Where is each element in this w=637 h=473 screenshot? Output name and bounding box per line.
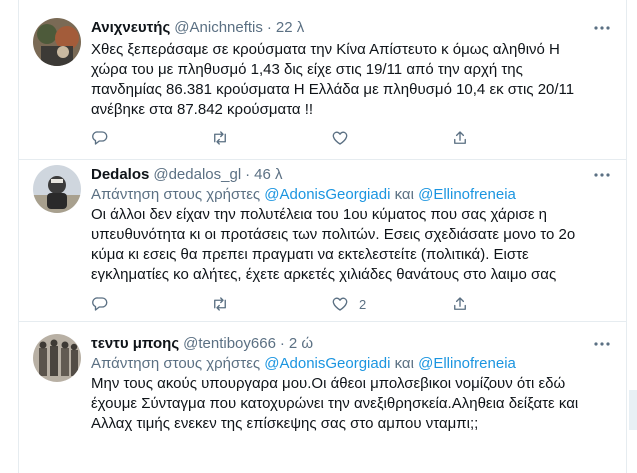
share-icon [454, 131, 466, 144]
more-icon[interactable] [592, 18, 612, 38]
reply-icon [92, 297, 108, 311]
tweet[interactable]: τεντυ μποης @tentiboy666 · 2 ώ Απάντηση … [19, 322, 626, 473]
timestamp[interactable]: 2 ώ [289, 334, 313, 354]
display-name[interactable]: τεντυ μποης [91, 334, 179, 354]
timestamp[interactable]: 46 λ [254, 165, 282, 185]
reply-context: Απάντηση στους χρήστες @AdonisGeorgiadi … [91, 185, 612, 205]
avatar[interactable] [33, 334, 81, 382]
reply-button[interactable] [91, 294, 211, 314]
reply-and: και [394, 355, 414, 372]
display-name[interactable]: Dedalos [91, 165, 149, 185]
tweet-text: Οι άλλοι δεν είχαν την πολυτέλεια του 1ο… [91, 206, 576, 283]
avatar[interactable] [33, 18, 81, 66]
reply-button[interactable] [91, 128, 211, 148]
separator-dot: · [279, 335, 285, 352]
share-button[interactable] [451, 128, 491, 148]
retweet-button[interactable] [211, 294, 331, 314]
reply-prefix: Απάντηση στους χρήστες [91, 186, 261, 203]
tweet[interactable]: Dedalos @dedalos_gl · 46 λ Απάντηση στου… [19, 160, 626, 322]
mention-link[interactable]: @Ellinofreneia [418, 355, 516, 372]
reply-context: Απάντηση στους χρήστες @AdonisGeorgiadi … [91, 354, 612, 374]
reply-icon [92, 131, 108, 145]
separator-dot: · [245, 166, 251, 183]
tweet-text: Χθες ξεπεράσαμε σε κρούσματα την Κίνα Απ… [91, 41, 575, 118]
retweet-icon [214, 131, 226, 145]
tweet-actions: 2 [91, 294, 521, 314]
avatar[interactable] [33, 165, 81, 213]
username[interactable]: @dedalos_gl [153, 165, 241, 185]
like-button[interactable]: 2 [331, 294, 451, 314]
tweet-header: Ανιχνευτής @Anichneftis · 22 λ [91, 18, 612, 38]
tweet-actions [91, 128, 521, 148]
share-button[interactable] [451, 294, 491, 314]
display-name[interactable]: Ανιχνευτής [91, 18, 170, 38]
like-count: 2 [359, 296, 367, 312]
heart-icon [332, 297, 348, 311]
reply-and: και [394, 186, 414, 203]
tweet-text: Μην τους ακούς υπουργαρα μου.Οι άθεοι μπ… [91, 375, 579, 432]
tweet-header: Dedalos @dedalos_gl · 46 λ [91, 165, 612, 185]
heart-icon [332, 131, 348, 145]
mention-link[interactable]: @AdonisGeorgiadi [264, 186, 390, 203]
tweet[interactable]: Ανιχνευτής @Anichneftis · 22 λ Χθες ξεπε… [19, 0, 626, 160]
more-icon[interactable] [592, 334, 612, 354]
more-icon[interactable] [592, 165, 612, 185]
username[interactable]: @tentiboy666 [183, 334, 276, 354]
mention-link[interactable]: @Ellinofreneia [418, 186, 516, 203]
retweet-button[interactable] [211, 128, 331, 148]
mention-link[interactable]: @AdonisGeorgiadi [264, 355, 390, 372]
retweet-icon [214, 297, 226, 311]
timeline: Ανιχνευτής @Anichneftis · 22 λ Χθες ξεπε… [18, 0, 627, 473]
reply-prefix: Απάντηση στους χρήστες [91, 355, 261, 372]
separator-dot: · [266, 19, 272, 36]
tweet-header: τεντυ μποης @tentiboy666 · 2 ώ [91, 334, 612, 354]
share-icon [454, 297, 466, 310]
scrollbar-edge [629, 390, 637, 430]
username[interactable]: @Anichneftis [174, 18, 263, 38]
like-button[interactable] [331, 128, 451, 148]
timestamp[interactable]: 22 λ [276, 18, 304, 38]
